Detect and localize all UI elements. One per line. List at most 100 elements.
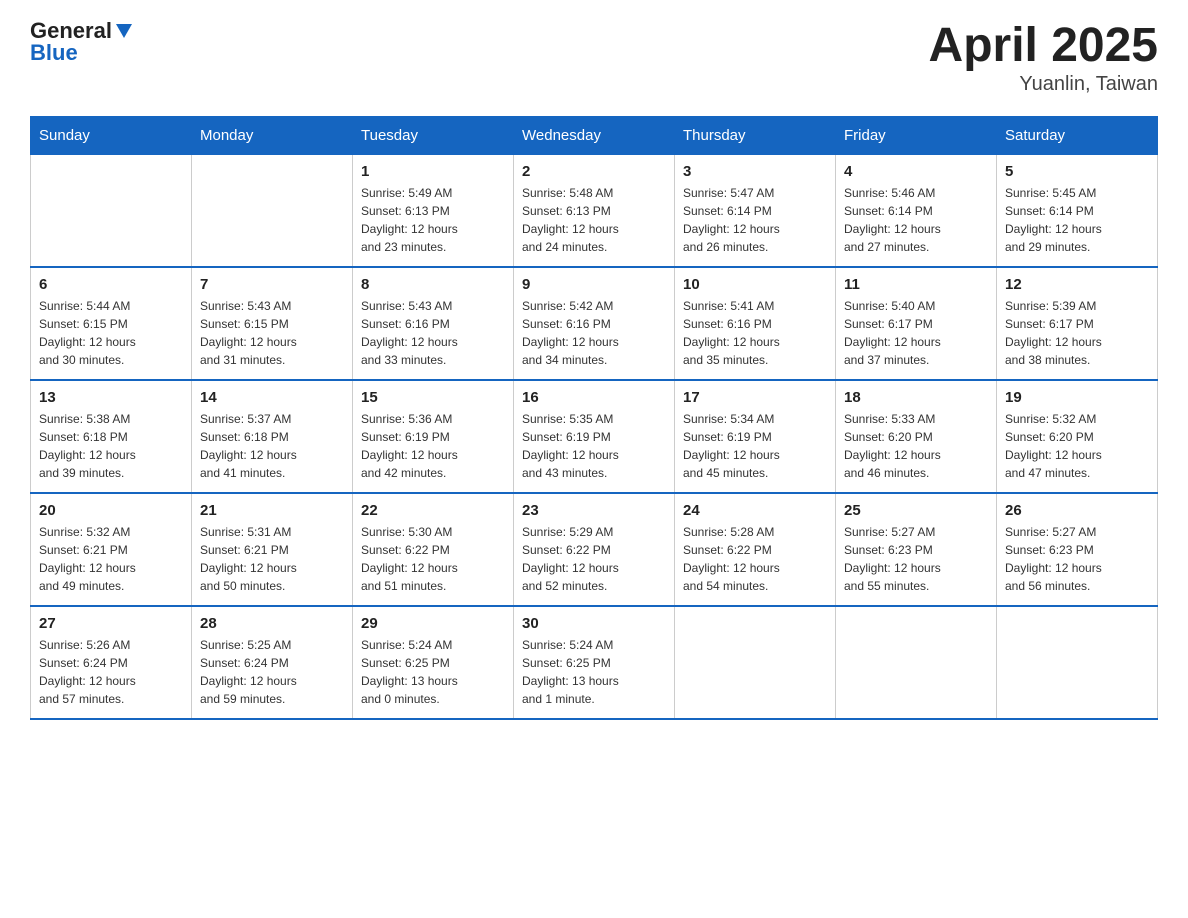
- day-number: 10: [683, 276, 827, 293]
- calendar-cell: 3 Sunrise: 5:47 AM Sunset: 6:14 PM Daylig…: [675, 154, 836, 267]
- day-number: 29: [361, 615, 505, 632]
- title-block: April 2025 Yuanlin, Taiwan: [929, 20, 1158, 96]
- page-title: April 2025: [929, 20, 1158, 73]
- calendar-cell: 4 Sunrise: 5:46 AM Sunset: 6:14 PM Daylig…: [836, 154, 997, 267]
- day-info: Sunrise: 5:31 AM Sunset: 6:21 PM Dayligh…: [200, 523, 344, 595]
- calendar-week-row: 27Sunrise: 5:26 AM Sunset: 6:24 PM Dayli…: [31, 606, 1158, 719]
- calendar-week-row: 20 Sunrise: 5:32 AM Sunset: 6:21 PM Dayli…: [31, 493, 1158, 606]
- calendar-cell: 5 Sunrise: 5:45 AM Sunset: 6:14 PM Daylig…: [997, 154, 1158, 267]
- day-info: Sunrise: 5:32 AM Sunset: 6:20 PM Dayligh…: [1005, 410, 1149, 482]
- day-number: 3: [683, 163, 827, 180]
- calendar-cell: [192, 154, 353, 267]
- day-number: 9: [522, 276, 666, 293]
- day-number: 30: [522, 615, 666, 632]
- calendar-header-cell-saturday: Saturday: [997, 116, 1158, 154]
- day-info: Sunrise: 5:43 AM Sunset: 6:15 PM Dayligh…: [200, 297, 344, 369]
- calendar-cell: 18 Sunrise: 5:33 AM Sunset: 6:20 PM Dayli…: [836, 380, 997, 493]
- calendar-cell: 9 Sunrise: 5:42 AM Sunset: 6:16 PM Daylig…: [514, 267, 675, 380]
- calendar-cell: 27Sunrise: 5:26 AM Sunset: 6:24 PM Dayli…: [31, 606, 192, 719]
- calendar-cell: [31, 154, 192, 267]
- day-info: Sunrise: 5:48 AM Sunset: 6:13 PM Dayligh…: [522, 184, 666, 256]
- calendar-cell: 11Sunrise: 5:40 AM Sunset: 6:17 PM Dayli…: [836, 267, 997, 380]
- day-number: 7: [200, 276, 344, 293]
- day-number: 27: [39, 615, 183, 632]
- day-info: Sunrise: 5:24 AM Sunset: 6:25 PM Dayligh…: [361, 636, 505, 708]
- calendar-header-cell-wednesday: Wednesday: [514, 116, 675, 154]
- calendar-body: 1Sunrise: 5:49 AM Sunset: 6:13 PM Daylig…: [31, 154, 1158, 719]
- day-number: 14: [200, 389, 344, 406]
- calendar-cell: 26Sunrise: 5:27 AM Sunset: 6:23 PM Dayli…: [997, 493, 1158, 606]
- calendar-cell: 7 Sunrise: 5:43 AM Sunset: 6:15 PM Daylig…: [192, 267, 353, 380]
- calendar-cell: 12 Sunrise: 5:39 AM Sunset: 6:17 PM Dayli…: [997, 267, 1158, 380]
- day-info: Sunrise: 5:47 AM Sunset: 6:14 PM Dayligh…: [683, 184, 827, 256]
- calendar-cell: 23Sunrise: 5:29 AM Sunset: 6:22 PM Dayli…: [514, 493, 675, 606]
- day-number: 5: [1005, 163, 1149, 180]
- page-header: General Blue April 2025 Yuanlin, Taiwan: [30, 20, 1158, 96]
- day-number: 1: [361, 163, 505, 180]
- calendar-cell: 8 Sunrise: 5:43 AM Sunset: 6:16 PM Daylig…: [353, 267, 514, 380]
- logo: General Blue: [30, 20, 134, 64]
- day-info: Sunrise: 5:35 AM Sunset: 6:19 PM Dayligh…: [522, 410, 666, 482]
- day-number: 4: [844, 163, 988, 180]
- day-number: 21: [200, 502, 344, 519]
- calendar-cell: 16 Sunrise: 5:35 AM Sunset: 6:19 PM Dayli…: [514, 380, 675, 493]
- calendar-cell: 20 Sunrise: 5:32 AM Sunset: 6:21 PM Dayli…: [31, 493, 192, 606]
- calendar-cell: [836, 606, 997, 719]
- page-subtitle: Yuanlin, Taiwan: [929, 73, 1158, 96]
- day-info: Sunrise: 5:24 AM Sunset: 6:25 PM Dayligh…: [522, 636, 666, 708]
- day-number: 16: [522, 389, 666, 406]
- day-number: 15: [361, 389, 505, 406]
- calendar-cell: 24 Sunrise: 5:28 AM Sunset: 6:22 PM Dayli…: [675, 493, 836, 606]
- calendar-cell: 30 Sunrise: 5:24 AM Sunset: 6:25 PM Dayli…: [514, 606, 675, 719]
- logo-text-general: General: [30, 20, 112, 42]
- calendar-week-row: 1Sunrise: 5:49 AM Sunset: 6:13 PM Daylig…: [31, 154, 1158, 267]
- logo-triangle-icon: [114, 20, 134, 40]
- calendar-cell: 17Sunrise: 5:34 AM Sunset: 6:19 PM Dayli…: [675, 380, 836, 493]
- day-number: 25: [844, 502, 988, 519]
- day-number: 6: [39, 276, 183, 293]
- calendar-cell: 14Sunrise: 5:37 AM Sunset: 6:18 PM Dayli…: [192, 380, 353, 493]
- calendar-cell: 28 Sunrise: 5:25 AM Sunset: 6:24 PM Dayli…: [192, 606, 353, 719]
- day-number: 19: [1005, 389, 1149, 406]
- day-number: 22: [361, 502, 505, 519]
- day-info: Sunrise: 5:27 AM Sunset: 6:23 PM Dayligh…: [844, 523, 988, 595]
- day-info: Sunrise: 5:41 AM Sunset: 6:16 PM Dayligh…: [683, 297, 827, 369]
- day-number: 28: [200, 615, 344, 632]
- calendar-cell: [997, 606, 1158, 719]
- day-number: 17: [683, 389, 827, 406]
- day-number: 13: [39, 389, 183, 406]
- day-info: Sunrise: 5:28 AM Sunset: 6:22 PM Dayligh…: [683, 523, 827, 595]
- day-info: Sunrise: 5:39 AM Sunset: 6:17 PM Dayligh…: [1005, 297, 1149, 369]
- calendar-week-row: 6Sunrise: 5:44 AM Sunset: 6:15 PM Daylig…: [31, 267, 1158, 380]
- day-info: Sunrise: 5:38 AM Sunset: 6:18 PM Dayligh…: [39, 410, 183, 482]
- calendar-cell: 21 Sunrise: 5:31 AM Sunset: 6:21 PM Dayli…: [192, 493, 353, 606]
- calendar-cell: 13 Sunrise: 5:38 AM Sunset: 6:18 PM Dayli…: [31, 380, 192, 493]
- day-info: Sunrise: 5:33 AM Sunset: 6:20 PM Dayligh…: [844, 410, 988, 482]
- day-number: 18: [844, 389, 988, 406]
- day-number: 24: [683, 502, 827, 519]
- day-number: 12: [1005, 276, 1149, 293]
- day-info: Sunrise: 5:36 AM Sunset: 6:19 PM Dayligh…: [361, 410, 505, 482]
- calendar-table: SundayMondayTuesdayWednesdayThursdayFrid…: [30, 116, 1158, 720]
- calendar-header-cell-sunday: Sunday: [31, 116, 192, 154]
- day-number: 8: [361, 276, 505, 293]
- day-info: Sunrise: 5:45 AM Sunset: 6:14 PM Dayligh…: [1005, 184, 1149, 256]
- day-info: Sunrise: 5:32 AM Sunset: 6:21 PM Dayligh…: [39, 523, 183, 595]
- logo-text-blue: Blue: [30, 40, 78, 65]
- calendar-cell: 10 Sunrise: 5:41 AM Sunset: 6:16 PM Dayli…: [675, 267, 836, 380]
- calendar-week-row: 13 Sunrise: 5:38 AM Sunset: 6:18 PM Dayli…: [31, 380, 1158, 493]
- day-info: Sunrise: 5:29 AM Sunset: 6:22 PM Dayligh…: [522, 523, 666, 595]
- calendar-header-cell-tuesday: Tuesday: [353, 116, 514, 154]
- calendar-cell: 25 Sunrise: 5:27 AM Sunset: 6:23 PM Dayli…: [836, 493, 997, 606]
- day-number: 26: [1005, 502, 1149, 519]
- calendar-header-cell-thursday: Thursday: [675, 116, 836, 154]
- day-info: Sunrise: 5:46 AM Sunset: 6:14 PM Dayligh…: [844, 184, 988, 256]
- day-info: Sunrise: 5:25 AM Sunset: 6:24 PM Dayligh…: [200, 636, 344, 708]
- calendar-cell: 1Sunrise: 5:49 AM Sunset: 6:13 PM Daylig…: [353, 154, 514, 267]
- day-info: Sunrise: 5:43 AM Sunset: 6:16 PM Dayligh…: [361, 297, 505, 369]
- day-info: Sunrise: 5:42 AM Sunset: 6:16 PM Dayligh…: [522, 297, 666, 369]
- day-info: Sunrise: 5:40 AM Sunset: 6:17 PM Dayligh…: [844, 297, 988, 369]
- day-number: 20: [39, 502, 183, 519]
- calendar-cell: 22Sunrise: 5:30 AM Sunset: 6:22 PM Dayli…: [353, 493, 514, 606]
- calendar-cell: 2Sunrise: 5:48 AM Sunset: 6:13 PM Daylig…: [514, 154, 675, 267]
